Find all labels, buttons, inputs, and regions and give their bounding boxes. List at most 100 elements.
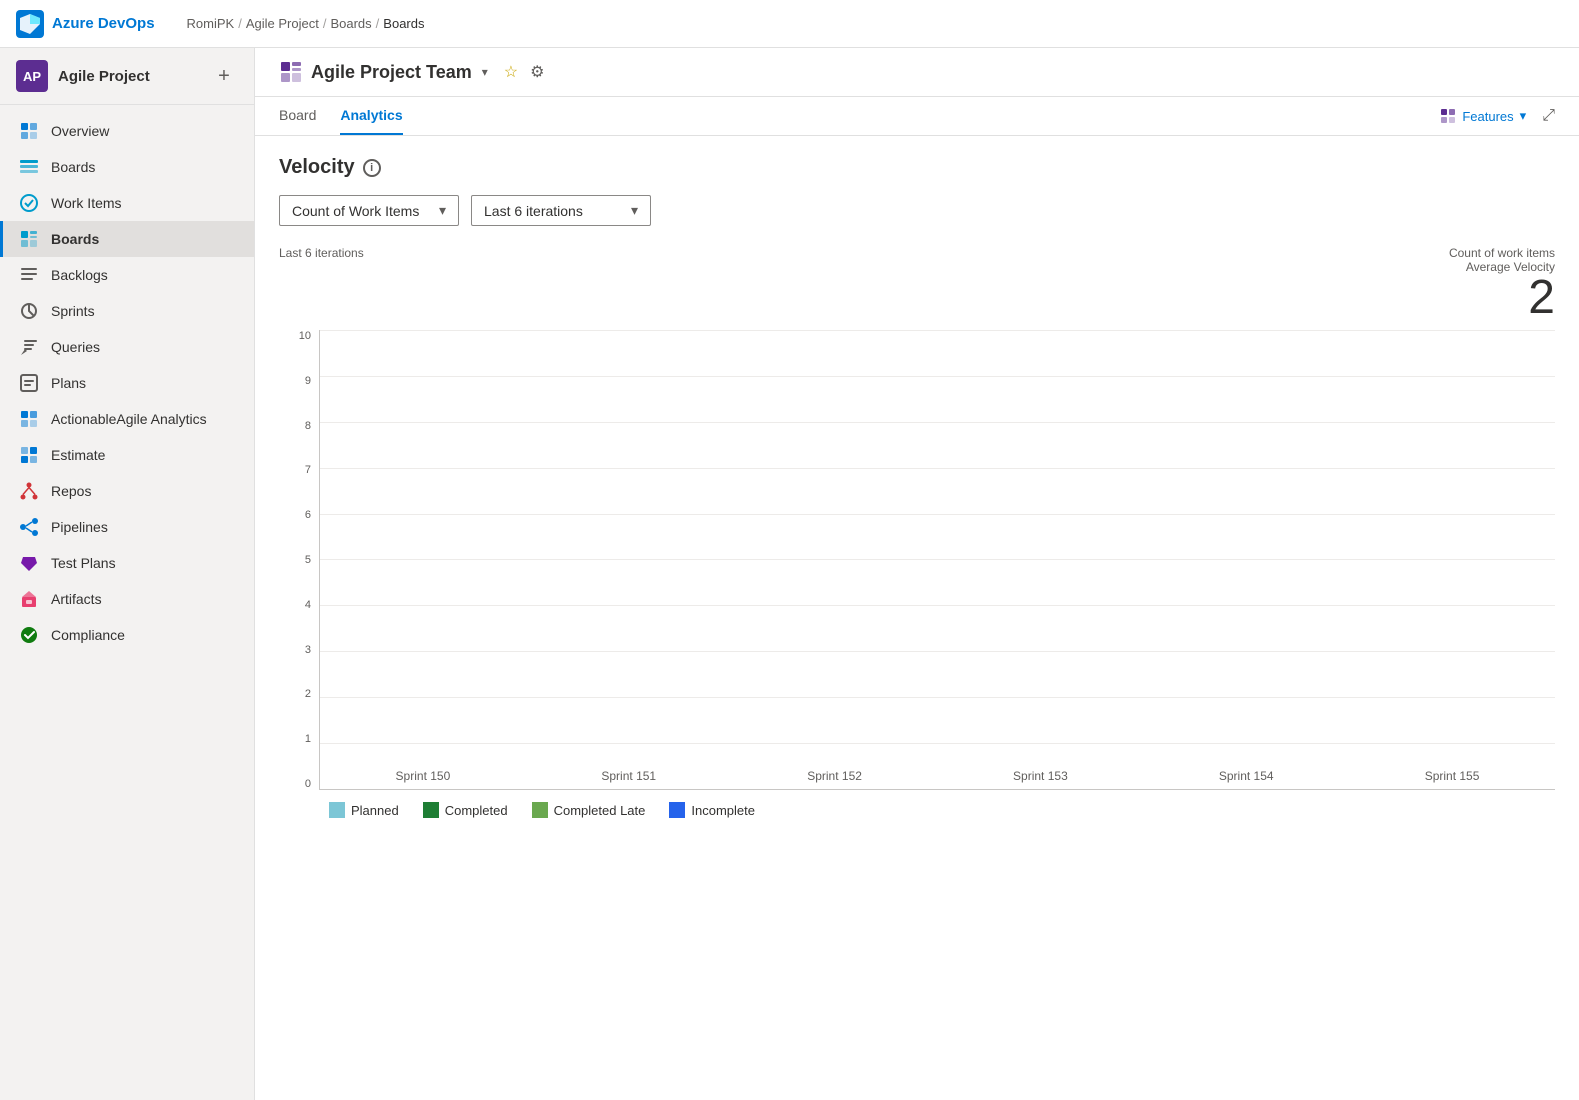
- legend-planned-label: Planned: [351, 803, 399, 818]
- sidebar-item-artifacts[interactable]: Artifacts: [0, 581, 254, 617]
- expand-button[interactable]: ⤢: [1542, 107, 1555, 125]
- team-people-icon[interactable]: ⚙: [530, 62, 544, 82]
- sprint-bars-row: Sprint 150 Sprint 151: [320, 330, 1555, 789]
- sidebar-item-actionable[interactable]: ActionableAgile Analytics: [0, 401, 254, 437]
- y-label-0: 0: [279, 778, 319, 790]
- sidebar-item-repos[interactable]: Repos: [0, 473, 254, 509]
- metric-chevron-icon: ▾: [439, 202, 446, 219]
- avg-velocity-value: 2: [1449, 274, 1555, 322]
- y-label-10: 10: [279, 330, 319, 342]
- sidebar: AP Agile Project + Overview Boards: [0, 48, 255, 1100]
- boards-top-icon: [19, 157, 39, 177]
- chart-iterations-label: Last 6 iterations: [279, 246, 364, 260]
- sidebar-item-test-plans-label: Test Plans: [51, 555, 116, 571]
- sidebar-item-boards-top-label: Boards: [51, 159, 95, 175]
- features-label: Features: [1462, 109, 1513, 124]
- sidebar-item-backlogs-label: Backlogs: [51, 267, 108, 283]
- legend-completed-color: [423, 802, 439, 818]
- team-star-icon[interactable]: ☆: [504, 62, 518, 82]
- sprint-label-5: Sprint 155: [1425, 769, 1480, 783]
- sidebar-item-pipelines-label: Pipelines: [51, 519, 108, 535]
- features-chevron-icon: ▾: [1520, 108, 1527, 124]
- sprint-label-0: Sprint 150: [396, 769, 451, 783]
- y-label-8: 8: [279, 420, 319, 432]
- sidebar-item-plans[interactable]: Plans: [0, 365, 254, 401]
- legend-incomplete-color: [669, 802, 685, 818]
- legend-planned-color: [329, 802, 345, 818]
- legend-completed-label: Completed: [445, 803, 508, 818]
- actionable-icon: [19, 409, 39, 429]
- repos-icon: [19, 481, 39, 501]
- logo[interactable]: Azure DevOps: [16, 10, 155, 38]
- azure-devops-icon: [16, 10, 44, 38]
- boards-icon: [19, 229, 39, 249]
- sidebar-item-estimate-label: Estimate: [51, 447, 105, 463]
- sidebar-item-pipelines[interactable]: Pipelines: [0, 509, 254, 545]
- y-label-5: 5: [279, 554, 319, 566]
- iterations-dropdown[interactable]: Last 6 iterations ▾: [471, 195, 651, 226]
- sidebar-item-queries[interactable]: Queries: [0, 329, 254, 365]
- velocity-info-icon[interactable]: i: [363, 159, 381, 177]
- sidebar-item-compliance[interactable]: Compliance: [0, 617, 254, 653]
- team-header-icon: [279, 60, 303, 84]
- add-project-button[interactable]: +: [210, 62, 238, 90]
- y-label-9: 9: [279, 375, 319, 387]
- legend-incomplete-label: Incomplete: [691, 803, 755, 818]
- breadcrumb-romipk[interactable]: RomiPK: [187, 16, 235, 31]
- content-area: Agile Project Team ▾ ☆ ⚙ Board Analytics…: [255, 48, 1579, 1100]
- features-button[interactable]: Features ▾: [1440, 108, 1526, 124]
- chart-legend: Planned Completed Completed Late Incompl…: [279, 790, 1555, 818]
- queries-icon: [19, 337, 39, 357]
- sidebar-item-queries-label: Queries: [51, 339, 100, 355]
- velocity-title: Velocity i: [279, 156, 1555, 179]
- sidebar-item-boards-top[interactable]: Boards: [0, 149, 254, 185]
- backlogs-icon: [19, 265, 39, 285]
- sidebar-item-sprints[interactable]: Sprints: [0, 293, 254, 329]
- breadcrumb: RomiPK / Agile Project / Boards / Boards: [187, 16, 425, 31]
- sidebar-item-repos-label: Repos: [51, 483, 91, 499]
- metric-dropdown-value: Count of Work Items: [292, 203, 419, 219]
- sprint-label-2: Sprint 152: [807, 769, 862, 783]
- sidebar-item-test-plans[interactable]: Test Plans: [0, 545, 254, 581]
- features-icon: [1440, 108, 1456, 124]
- sidebar-item-compliance-label: Compliance: [51, 627, 125, 643]
- filter-bar: Count of Work Items ▾ Last 6 iterations …: [279, 195, 1555, 226]
- topbar: Azure DevOps RomiPK / Agile Project / Bo…: [0, 0, 1579, 48]
- legend-planned: Planned: [329, 802, 399, 818]
- team-chevron-icon[interactable]: ▾: [482, 65, 488, 79]
- y-label-6: 6: [279, 509, 319, 521]
- pipelines-icon: [19, 517, 39, 537]
- sprint-group-1: Sprint 151: [526, 761, 732, 789]
- legend-incomplete: Incomplete: [669, 802, 755, 818]
- sidebar-item-overview[interactable]: Overview: [0, 113, 254, 149]
- sprint-label-3: Sprint 153: [1013, 769, 1068, 783]
- legend-completed-late-color: [532, 802, 548, 818]
- breadcrumb-boards-2[interactable]: Boards: [383, 16, 424, 31]
- plans-icon: [19, 373, 39, 393]
- project-avatar: AP: [16, 60, 48, 92]
- sidebar-item-work-items-label: Work Items: [51, 195, 122, 211]
- breadcrumb-project[interactable]: Agile Project: [246, 16, 319, 31]
- sidebar-item-work-items[interactable]: Work Items: [0, 185, 254, 221]
- sidebar-item-sprints-label: Sprints: [51, 303, 95, 319]
- sidebar-item-backlogs[interactable]: Backlogs: [0, 257, 254, 293]
- artifacts-icon: [19, 589, 39, 609]
- iterations-dropdown-value: Last 6 iterations: [484, 203, 583, 219]
- tabs-bar: Board Analytics Features ▾ ⤢: [255, 97, 1579, 136]
- chart-labels-top: Last 6 iterations Count of work items Av…: [279, 246, 1555, 322]
- breadcrumb-boards[interactable]: Boards: [330, 16, 371, 31]
- sprint-label-4: Sprint 154: [1219, 769, 1274, 783]
- sidebar-item-boards[interactable]: Boards: [0, 221, 254, 257]
- legend-completed-late-label: Completed Late: [554, 803, 646, 818]
- estimate-icon: [19, 445, 39, 465]
- sidebar-project: AP Agile Project +: [0, 48, 254, 105]
- metric-dropdown[interactable]: Count of Work Items ▾: [279, 195, 459, 226]
- tab-board[interactable]: Board: [279, 97, 316, 135]
- sprint-group-5: Sprint 155: [1349, 761, 1555, 789]
- chart-inner: 0 1 2 3 4 5 6 7 8 9 10: [279, 330, 1555, 790]
- sidebar-item-plans-label: Plans: [51, 375, 86, 391]
- count-label: Count of work items: [1449, 246, 1555, 260]
- tab-analytics[interactable]: Analytics: [340, 97, 402, 135]
- sprint-group-0: Sprint 150: [320, 761, 526, 789]
- sidebar-item-estimate[interactable]: Estimate: [0, 437, 254, 473]
